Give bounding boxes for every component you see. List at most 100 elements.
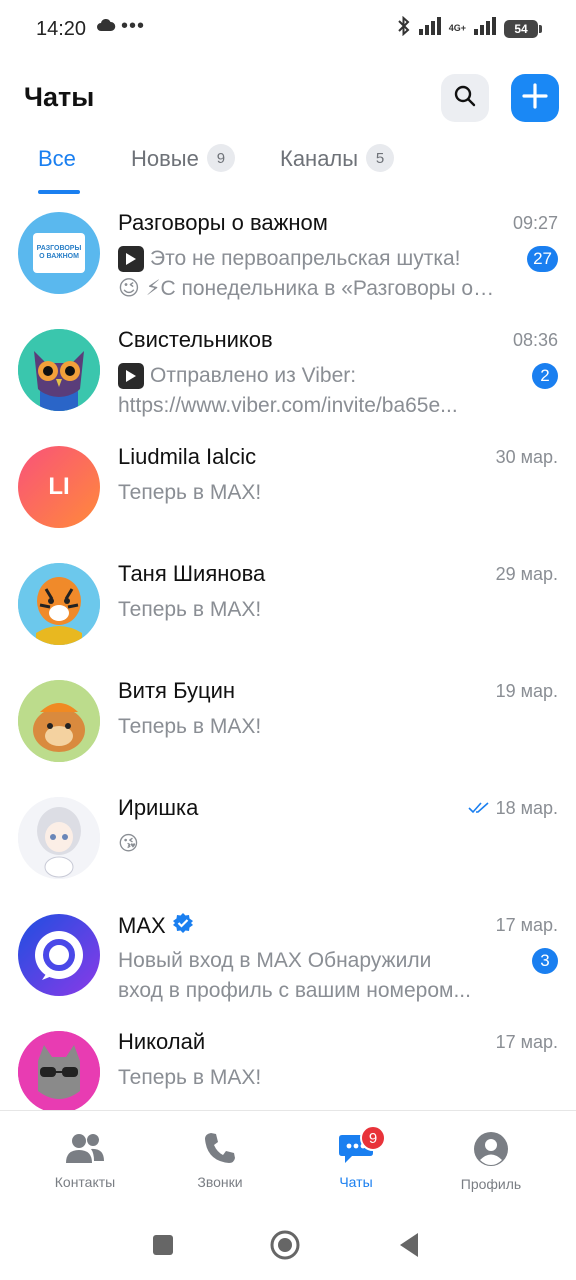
owl-avatar-image — [18, 329, 100, 411]
nav-profile[interactable]: Профиль — [431, 1131, 551, 1192]
contacts-icon — [65, 1131, 105, 1168]
tab-channels[interactable]: Каналы 5 — [280, 144, 395, 196]
status-time: 14:20 — [36, 18, 87, 40]
network-type: 4G+ — [448, 23, 466, 33]
avatar — [18, 680, 100, 762]
chat-name-text: MAX — [118, 913, 166, 938]
chat-time: 09:27 — [513, 213, 558, 234]
cloud-icon — [96, 18, 116, 37]
chat-time-text: 17 мар. — [495, 915, 558, 935]
chat-time-text: 08:36 — [512, 330, 558, 350]
plus-icon — [522, 82, 548, 114]
tab-count: 5 — [366, 144, 395, 172]
preview-line-2: вход в профиль с вашим номером... — [118, 979, 471, 1002]
tab-all[interactable]: Все — [38, 146, 76, 196]
chat-item-max[interactable]: MAX 17 мар. Новый вход в MAX Обнаружили … — [0, 902, 576, 1019]
bluetooth-icon — [397, 15, 411, 41]
chat-preview: Новый вход в MAX Обнаружили вход в профи… — [118, 946, 498, 1006]
phone-icon — [203, 1131, 237, 1168]
hamster-avatar-image — [18, 680, 100, 762]
search-icon — [453, 84, 477, 113]
signal-icon-2 — [474, 17, 496, 40]
verified-icon — [172, 912, 194, 940]
preview-line-1: Это не первоапрельская шутка! — [150, 247, 461, 270]
preview-line-1: Новый вход в MAX Обнаружили — [118, 949, 432, 972]
chat-preview: Отправлено из Viber: https://www.viber.c… — [118, 361, 498, 421]
chat-tabs: Все Новые 9 Каналы 5 — [0, 144, 576, 196]
video-thumbnail-icon — [118, 246, 144, 272]
chat-name-text: Таня Шиянова — [118, 561, 266, 586]
avatar-logo: РАЗГОВОРЫ О ВАЖНОМ — [33, 233, 85, 273]
chat-time-text: 30 мар. — [495, 447, 558, 467]
chat-preview: 😘 — [118, 829, 498, 859]
unread-badge: 27 — [527, 246, 558, 272]
video-thumbnail-icon — [118, 363, 144, 389]
chat-time-text: 18 мар. — [495, 798, 558, 818]
avatar-initials: LI — [18, 446, 100, 528]
tab-new[interactable]: Новые 9 — [131, 144, 235, 196]
chat-name: Таня Шиянова — [118, 561, 265, 587]
chat-time: 19 мар. — [496, 681, 558, 702]
anime-girl-avatar-image — [18, 797, 100, 879]
preview-line-1: Теперь в MAX! — [118, 1066, 262, 1089]
chat-time: 18 мар. — [468, 798, 558, 819]
preview-line-1: 😘 — [118, 833, 139, 855]
status-indicators: 4G+ 54 — [397, 15, 542, 41]
chat-name: Разговоры о важном — [118, 210, 328, 236]
chat-time: 29 мар. — [496, 564, 558, 585]
tab-count: 9 — [206, 144, 235, 172]
unread-badge: 2 — [532, 363, 558, 389]
read-checkmarks-icon — [468, 798, 490, 819]
nav-contacts[interactable]: Контакты — [25, 1131, 145, 1190]
header: Чаты — [0, 72, 576, 124]
chat-time: 17 мар. — [496, 1032, 558, 1053]
chat-item-tanya[interactable]: Таня Шиянова 29 мар. Теперь в MAX! — [0, 551, 576, 668]
avatar: РАЗГОВОРЫ О ВАЖНОМ — [18, 212, 100, 294]
chat-name-text: Иришка — [118, 795, 199, 820]
chat-preview: Теперь в MAX! — [118, 595, 498, 625]
tab-label: Каналы — [280, 146, 359, 171]
status-bar: 14:20 ••• 4G+ 54 — [0, 0, 576, 58]
unread-badge: 3 — [532, 948, 558, 974]
back-button[interactable] — [398, 1232, 420, 1263]
tab-label: Новые — [131, 146, 199, 171]
tiger-avatar-image — [18, 563, 100, 645]
avatar — [18, 1031, 100, 1110]
max-logo-icon — [35, 931, 83, 980]
chat-list: РАЗГОВОРЫ О ВАЖНОМ Разговоры о важном 09… — [0, 200, 576, 1110]
nav-label: Звонки — [197, 1174, 243, 1190]
chat-time: 08:36 — [513, 330, 558, 351]
chat-item-svistelnikov[interactable]: Свистельников 08:36 Отправлено из Viber:… — [0, 317, 576, 434]
nav-calls[interactable]: Звонки — [160, 1131, 280, 1190]
cat-avatar-image — [18, 1031, 100, 1110]
chat-item-liudmila[interactable]: LI Liudmila Ialcic 30 мар. Теперь в MAX! — [0, 434, 576, 551]
battery-icon: 54 — [504, 19, 542, 38]
home-button[interactable] — [270, 1230, 300, 1265]
profile-icon — [473, 1131, 509, 1170]
chat-name-text: Liudmila Ialcic — [118, 444, 257, 469]
preview-line-2: https://www.viber.com/invite/ba65e... — [118, 394, 458, 417]
search-button[interactable] — [441, 74, 489, 122]
chats-unread-badge: 9 — [360, 1125, 386, 1151]
chat-item-vitya[interactable]: Витя Буцин 19 мар. Теперь в MAX! — [0, 668, 576, 785]
chat-item-nikolay[interactable]: Николай 17 мар. Теперь в MAX! — [0, 1019, 576, 1110]
chat-item-irishka[interactable]: Иришка 18 мар. 😘 — [0, 785, 576, 902]
notification-dots: ••• — [121, 15, 146, 37]
chat-preview: Теперь в MAX! — [118, 478, 498, 508]
chat-item-razgovory[interactable]: РАЗГОВОРЫ О ВАЖНОМ Разговоры о важном 09… — [0, 200, 576, 317]
preview-line-1: Теперь в MAX! — [118, 715, 262, 738]
chat-preview: Теперь в MAX! — [118, 1063, 498, 1093]
chat-time-text: 29 мар. — [495, 564, 558, 584]
chat-time: 30 мар. — [496, 447, 558, 468]
chat-name: Liudmila Ialcic — [118, 444, 256, 470]
page-title: Чаты — [24, 82, 95, 112]
recent-apps-button[interactable] — [152, 1234, 174, 1261]
avatar — [18, 329, 100, 411]
chat-name: Иришка — [118, 795, 198, 821]
nav-label: Чаты — [339, 1174, 373, 1190]
tab-active-indicator — [38, 190, 80, 194]
avatar — [18, 563, 100, 645]
chat-preview: Теперь в MAX! — [118, 712, 498, 742]
nav-chats[interactable]: Чаты 9 — [296, 1125, 416, 1190]
new-chat-button[interactable] — [511, 74, 559, 122]
